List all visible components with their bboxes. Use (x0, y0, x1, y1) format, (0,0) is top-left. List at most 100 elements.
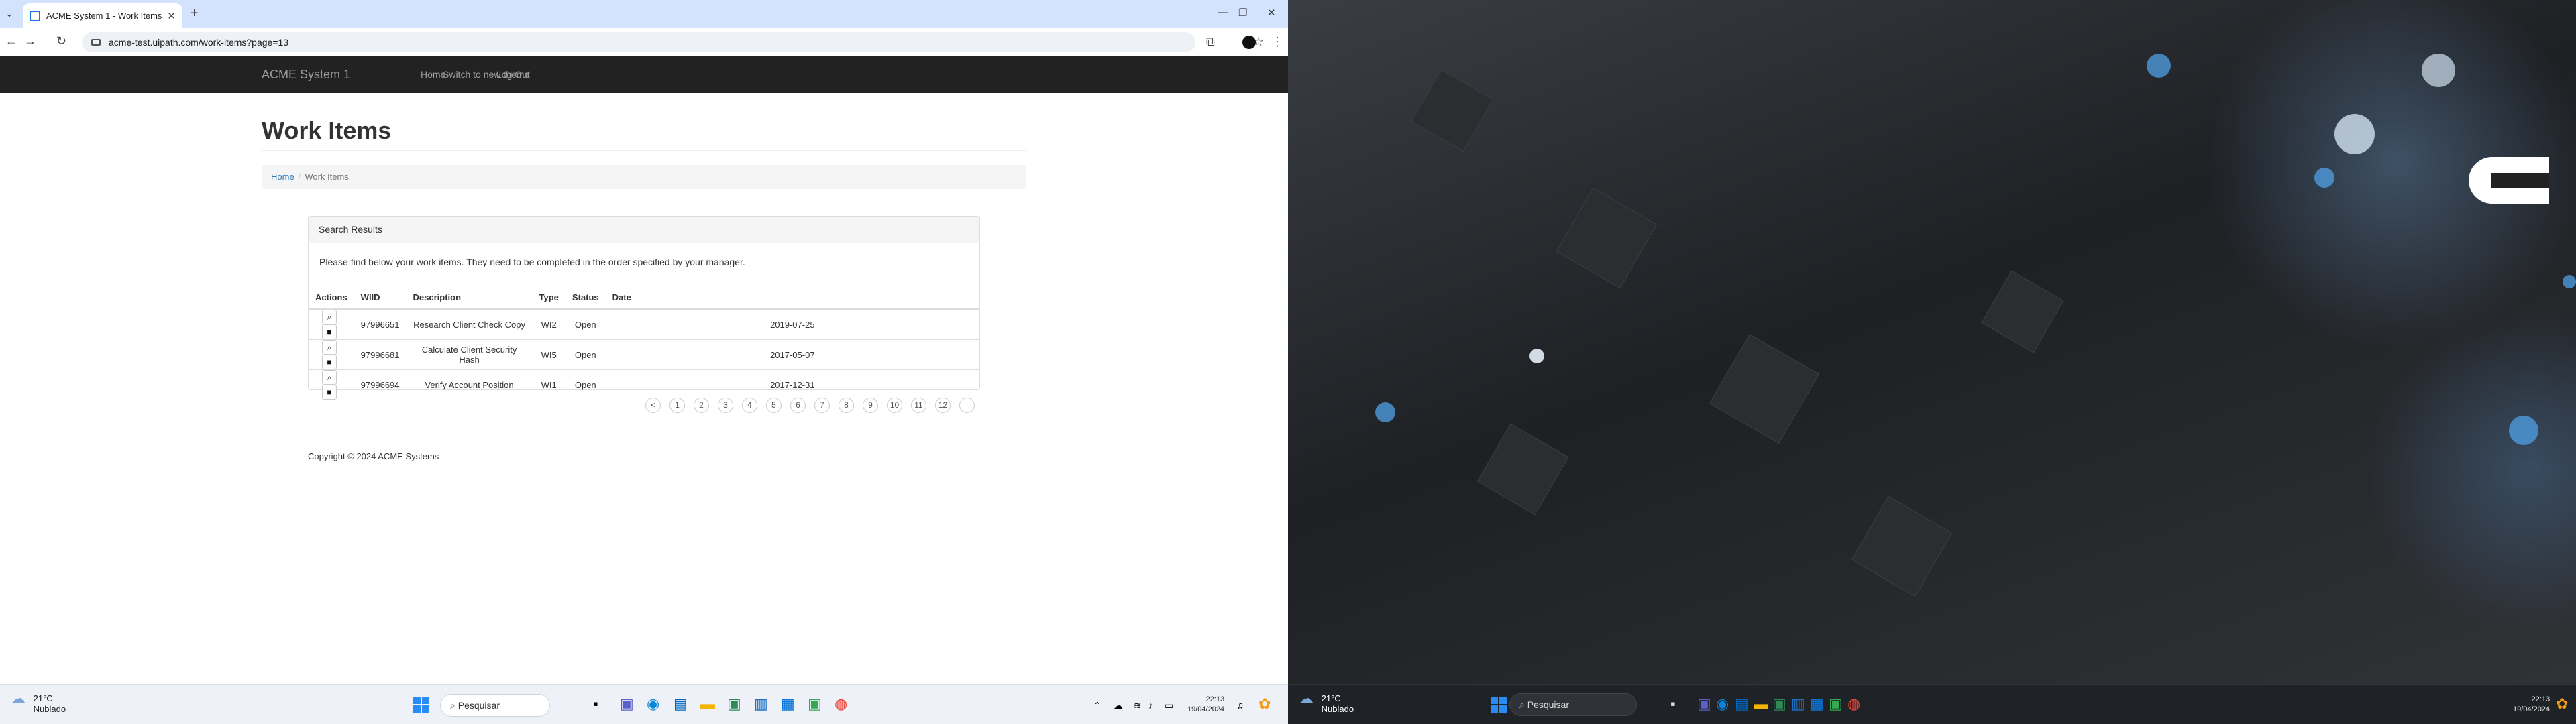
chrome-icon[interactable]: ◍ (1847, 695, 1860, 713)
address-bar[interactable]: acme-test.uipath.com/work-items?page=13 (82, 32, 1195, 52)
clock-date: 19/04/2024 (1187, 705, 1225, 713)
cell-date: 2017-05-07 (605, 339, 979, 370)
explorer-icon[interactable]: ▬ (1754, 695, 1768, 713)
wifi-icon[interactable]: ≋ (1134, 700, 1142, 711)
copilot-icon[interactable]: ✿ (1258, 695, 1271, 713)
page-9[interactable]: 9 (863, 398, 878, 413)
app-icon[interactable]: ▥ (754, 695, 768, 713)
weather-widget[interactable]: ☁ 21°C Nublado (1299, 691, 1354, 715)
page-7[interactable]: 7 (814, 398, 830, 413)
extensions-icon[interactable]: ⧉ (1206, 35, 1215, 49)
page-6[interactable]: 6 (790, 398, 806, 413)
chrome-icon[interactable]: ◍ (835, 695, 847, 713)
search-placeholder: Pesquisar (1527, 699, 1569, 710)
taskbar-search[interactable]: ⌕ Pesquisar (1509, 693, 1637, 716)
close-window-button[interactable]: ✕ (1267, 7, 1276, 19)
table-row: ⌕■ 97996681 Calculate Client Security Ha… (309, 339, 979, 370)
onedrive-icon[interactable]: ☁ (1114, 700, 1123, 711)
col-type: Type (532, 286, 566, 310)
new-tab-button[interactable]: + (191, 6, 199, 21)
uipath-assistant-icon[interactable]: ▣ (1829, 695, 1843, 713)
notification-bell-icon[interactable]: ♫ (1236, 700, 1244, 711)
battery-icon[interactable]: ▭ (1165, 700, 1173, 711)
uipath-studio-icon[interactable]: ▦ (1810, 695, 1824, 713)
page-2[interactable]: 2 (694, 398, 709, 413)
cell-status: Open (565, 369, 606, 400)
breadcrumb: Home / Work Items (262, 165, 1026, 189)
volume-icon[interactable]: ♪ (1148, 700, 1153, 711)
cell-wiid: 97996681 (354, 339, 407, 370)
page-next[interactable] (959, 398, 975, 413)
page-5[interactable]: 5 (766, 398, 782, 413)
teams-icon[interactable]: ▣ (1697, 695, 1711, 713)
clock-date: 19/04/2024 (2513, 705, 2551, 713)
delete-icon[interactable]: ■ (322, 324, 337, 339)
col-description: Description (406, 286, 533, 310)
uipath-assistant-icon[interactable]: ▣ (808, 695, 822, 713)
brand[interactable]: ACME System 1 (262, 68, 350, 82)
col-date: Date (605, 286, 979, 310)
store-icon[interactable]: ▤ (674, 695, 688, 713)
task-view-icon[interactable]: ▪ (1670, 695, 1676, 713)
forward-button[interactable]: → (24, 34, 36, 48)
weather-widget[interactable]: ☁ 21°C Nublado (11, 690, 66, 715)
delete-icon[interactable]: ■ (322, 355, 337, 369)
cloud-icon: ☁ (11, 690, 25, 707)
clock[interactable]: 22:13 19/04/2024 (2513, 695, 2550, 715)
monitor-right: ☁ 21°C Nublado ⌕ Pesquisar ▪ ▣ ◉ ▤ ▬ ▣ ▥ … (1288, 0, 2576, 724)
taskbar-left: ☁ 21°C Nublado ⌕ Pesquisar ▪ ▣ ◉ ▤ ▬ ▣ ▥ … (0, 684, 1288, 724)
breadcrumb-home[interactable]: Home (271, 172, 294, 182)
view-icon[interactable]: ⌕ (322, 370, 337, 385)
page-8[interactable]: 8 (839, 398, 854, 413)
delete-icon[interactable]: ■ (322, 385, 337, 400)
task-view-icon[interactable]: ▪ (593, 695, 598, 713)
cell-date: 2017-12-31 (605, 369, 979, 400)
edge-icon[interactable]: ◉ (647, 695, 659, 713)
clock[interactable]: 22:13 19/04/2024 (1187, 695, 1224, 715)
page-11[interactable]: 11 (911, 398, 926, 413)
page-1[interactable]: 1 (669, 398, 685, 413)
start-icon[interactable] (413, 697, 429, 713)
close-tab-icon[interactable]: ✕ (167, 10, 176, 22)
view-icon[interactable]: ⌕ (322, 310, 337, 324)
store-icon[interactable]: ▤ (1735, 695, 1749, 713)
table-row: ⌕■ 97996651 Research Client Check Copy W… (309, 308, 979, 340)
divider (262, 150, 1026, 151)
maximize-button[interactable]: ❐ (1238, 7, 1247, 19)
weather-desc: Nublado (1321, 704, 1354, 714)
nav-logout[interactable]: Log Out (496, 69, 530, 80)
minimize-button[interactable]: — (1218, 7, 1228, 18)
app-icon[interactable]: ▥ (1791, 695, 1805, 713)
terminal-icon[interactable]: ▣ (1772, 695, 1786, 713)
page-3[interactable]: 3 (718, 398, 733, 413)
profile-avatar[interactable] (1242, 36, 1256, 49)
tab-title: ACME System 1 - Work Items (46, 11, 162, 21)
menu-icon[interactable]: ⋮ (1271, 35, 1283, 49)
weather-temp: 21°C (1321, 693, 1341, 703)
taskbar-search[interactable]: ⌕ Pesquisar (440, 694, 550, 717)
start-icon[interactable] (1491, 697, 1507, 713)
taskbar-right: ☁ 21°C Nublado ⌕ Pesquisar ▪ ▣ ◉ ▤ ▬ ▣ ▥ … (1288, 684, 2576, 724)
site-info-icon[interactable] (91, 39, 101, 46)
uipath-studio-icon[interactable]: ▦ (781, 695, 795, 713)
terminal-icon[interactable]: ▣ (727, 695, 741, 713)
teams-icon[interactable]: ▣ (620, 695, 634, 713)
work-items-table: Actions WIID Description Type Status Dat… (309, 286, 979, 400)
copilot-icon[interactable]: ✿ (2556, 695, 2568, 713)
cell-type: WI5 (532, 339, 566, 370)
edge-icon[interactable]: ◉ (1716, 695, 1729, 713)
nav-home[interactable]: Home (421, 69, 445, 80)
page-4[interactable]: 4 (742, 398, 757, 413)
view-icon[interactable]: ⌕ (322, 340, 337, 355)
page-10[interactable]: 10 (887, 398, 902, 413)
page-12[interactable]: 12 (935, 398, 951, 413)
reload-button[interactable]: ↻ (56, 34, 66, 48)
browser-tab[interactable]: ACME System 1 - Work Items ✕ (23, 3, 182, 28)
tab-search-icon[interactable]: ⌄ (5, 8, 13, 19)
results-panel: Search Results Please find below your wo… (308, 216, 980, 400)
page-prev[interactable]: < (645, 398, 661, 413)
explorer-icon[interactable]: ▬ (700, 695, 715, 713)
back-button[interactable]: ← (5, 34, 17, 48)
cell-type: WI2 (532, 308, 566, 340)
tray-chevron-icon[interactable]: ⌃ (1093, 700, 1102, 711)
